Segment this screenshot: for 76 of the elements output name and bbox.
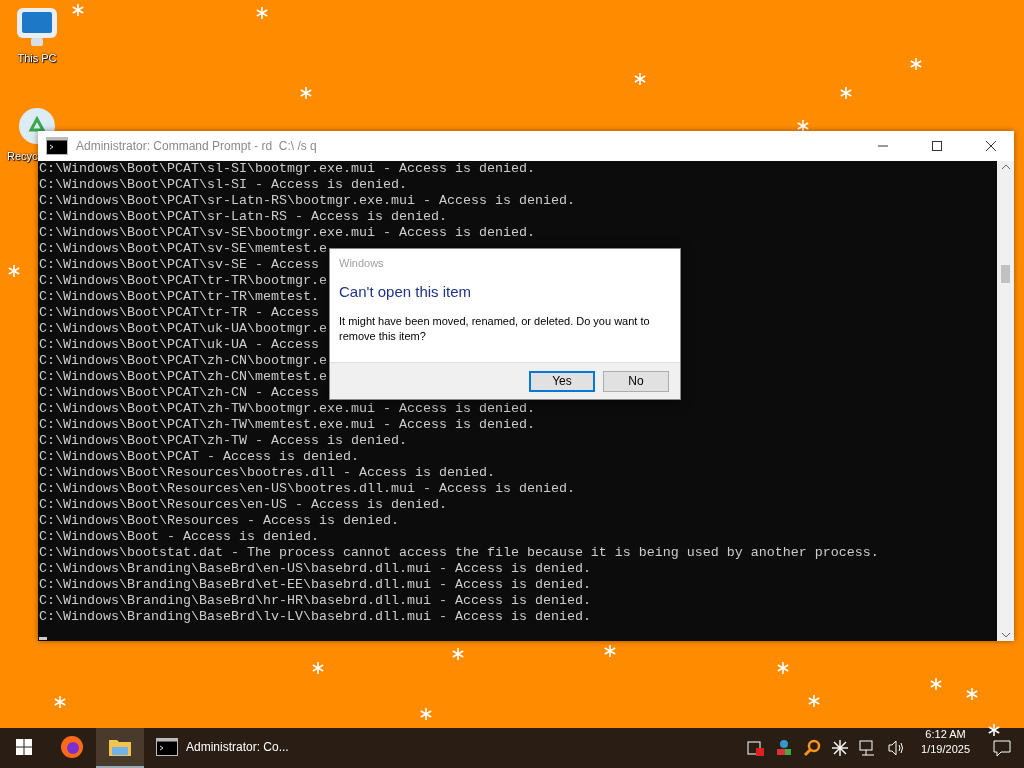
console-line: C:\Windows\Boot\PCAT\zh-CN - Access <box>39 385 319 401</box>
speech-bubble-icon <box>993 739 1011 757</box>
snowflake-icon <box>988 724 1000 736</box>
snowflake-icon <box>312 662 324 674</box>
console-line: C:\Windows\Boot\PCAT\uk-UA\bootmgr.e <box>39 321 327 337</box>
console-line: C:\Windows\Boot\Resources\en-US\bootres.dll.mui - Access is denied. <box>39 481 575 497</box>
console-line: C:\Windows\Boot\PCAT\zh-TW - Access is denied. <box>39 433 407 449</box>
console-line: C:\Windows\Branding\BaseBrd\en-US\basebrd.dll.mui - Access is denied. <box>39 561 591 577</box>
console-line: C:\Windows\Boot\PCAT\sv-SE\bootmgr.exe.mui - Access is denied. <box>39 225 535 241</box>
dialog-title: Windows <box>338 256 384 269</box>
taskbar-button[interactable]: Administrator: Co... <box>144 728 301 768</box>
snowflake-icon <box>604 645 616 657</box>
console-line: C:\Windows\Boot\PCAT\zh-TW\memtest.exe.mui - Access is denied. <box>39 417 535 433</box>
scrollbar-thumb[interactable] <box>1001 265 1010 283</box>
snowflake-icon <box>840 87 852 99</box>
console-line: C:\Windows\bootstat.dat - The process cannot access the file because it is being used by another process. <box>39 545 879 561</box>
alert-icon <box>747 739 766 757</box>
snowflake-icon <box>54 696 66 708</box>
console-line: C:\Windows\Boot\PCAT\tr-TR\memtest. <box>39 289 319 305</box>
clock-time: 6:12 AM <box>925 728 966 740</box>
scroll-up-icon <box>1001 164 1010 169</box>
snowflake-icon <box>910 58 922 70</box>
console-line: C:\Windows\Boot\PCAT - Access is denied. <box>39 449 359 465</box>
console-line: C:\Windows\Boot\PCAT\tr-TR\bootmgr.e <box>39 273 327 289</box>
console-line: C:\Windows\Boot\Resources - Access is denied. <box>39 513 399 529</box>
dialog-button[interactable]: Yes <box>529 370 595 392</box>
maximize-icon <box>932 141 942 151</box>
folder-icon <box>108 737 132 757</box>
console-icon <box>156 738 178 756</box>
dialog-button[interactable]: No <box>603 370 669 392</box>
snowflake-icon <box>808 695 820 707</box>
console-icon <box>46 137 68 155</box>
snowflake-icon <box>634 73 646 85</box>
console-line: C:\Windows\Boot\PCAT\sl-SI\bootmgr.exe.mui - Access is denied. <box>39 161 535 177</box>
windows-logo-icon <box>16 739 32 755</box>
window-title: Administrator: Command Prompt - rd C:\ /s q <box>76 139 318 153</box>
console-line: C:\Windows\Branding\BaseBrd\lv-LV\basebrd.dll.mui - Access is denied. <box>39 609 591 625</box>
dialog-message: It might have been moved, renamed, or deleted. Do you want to remove this item? <box>339 314 651 344</box>
scroll-down-icon <box>1001 633 1010 638</box>
snowflake-icon <box>966 688 978 700</box>
browser-icon <box>60 735 84 759</box>
snowflake-icon <box>930 678 942 690</box>
console-line: C:\Windows\Boot - Access is denied. <box>39 529 319 545</box>
taskbar-button[interactable] <box>96 728 144 768</box>
asterisk-icon <box>831 739 850 757</box>
snowflake-icon <box>8 265 20 277</box>
monitor-icon <box>15 6 59 48</box>
volume-icon <box>887 739 906 757</box>
snowflake-icon <box>452 648 464 660</box>
clock-date: 1/19/2025 <box>921 743 970 755</box>
console-line: C:\Windows\Boot\PCAT\sv-SE\memtest.e <box>39 241 327 257</box>
close-icon <box>986 141 996 151</box>
console-line: C:\Windows\Boot\PCAT\tr-TR - Access <box>39 305 319 321</box>
console-line: C:\Windows\Boot\Resources\en-US - Access is denied. <box>39 497 447 513</box>
snowflake-icon <box>300 87 312 99</box>
clock[interactable]: 6:12 AM 1/19/2025 <box>911 728 980 768</box>
text-cursor <box>39 637 47 640</box>
console-line: C:\Windows\Boot\PCAT\sl-SI - Access is denied. <box>39 177 407 193</box>
scrollbar[interactable] <box>997 161 1014 641</box>
console-line: C:\Windows\Boot\PCAT\sv-SE - Access <box>39 257 319 273</box>
snowflake-icon <box>256 7 268 19</box>
console-line: C:\Windows\Boot\PCAT\uk-UA - Access <box>39 337 319 353</box>
console-line: C:\Windows\Boot\PCAT\zh-CN\memtest.e <box>39 369 327 385</box>
console-line: C:\Windows\Boot\PCAT\sr-Latn-RS - Access is denied. <box>39 209 447 225</box>
console-line: C:\Windows\Boot\PCAT\zh-TW\bootmgr.exe.mui - Access is denied. <box>39 401 535 417</box>
snowflake-icon <box>777 662 789 674</box>
magnifier-icon <box>803 739 822 757</box>
console-line: C:\Windows\Boot\Resources\bootres.dll - Access is denied. <box>39 465 495 481</box>
console-line: C:\Windows\Boot\PCAT\sr-Latn-RS\bootmgr.exe.mui - Access is denied. <box>39 193 575 209</box>
people-icon <box>775 739 794 757</box>
console-line: C:\Windows\Branding\BaseBrd\et-EE\basebrd.dll.mui - Access is denied. <box>39 577 591 593</box>
console-line: C:\Windows\Boot\PCAT\zh-CN\bootmgr.e <box>39 353 327 369</box>
snowflake-icon <box>72 4 84 16</box>
dialog-heading: Can't open this item <box>339 283 472 300</box>
snowflake-icon <box>420 708 432 720</box>
console-line: C:\Windows\Branding\BaseBrd\hr-HR\basebrd.dll.mui - Access is denied. <box>39 593 591 609</box>
